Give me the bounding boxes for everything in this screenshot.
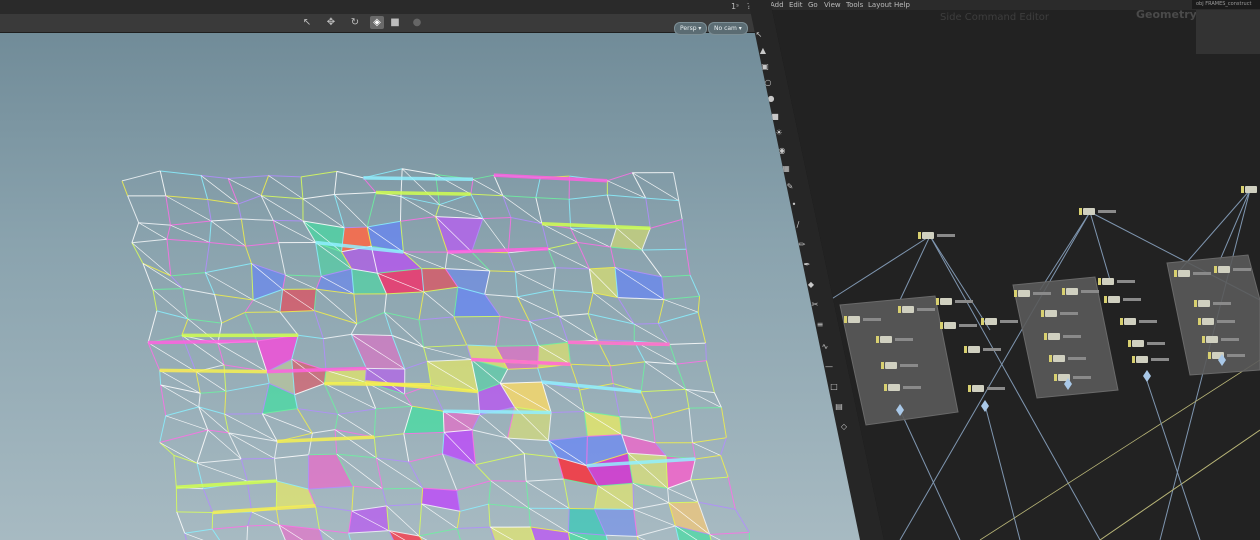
shelf-ruler-icon[interactable]: ≡ [815, 320, 825, 330]
shelf-pose-icon[interactable]: ▲ [758, 46, 768, 56]
shelf-gem-icon[interactable]: ◇ [839, 422, 849, 432]
wireframe-geometry [121, 168, 751, 540]
shelf-line-icon[interactable]: — [824, 362, 834, 372]
shelf-wave-icon[interactable]: ∿ [820, 342, 830, 352]
shelf-file-icon[interactable]: ▤ [834, 402, 844, 412]
shelf-box-icon[interactable]: □ [829, 382, 839, 392]
